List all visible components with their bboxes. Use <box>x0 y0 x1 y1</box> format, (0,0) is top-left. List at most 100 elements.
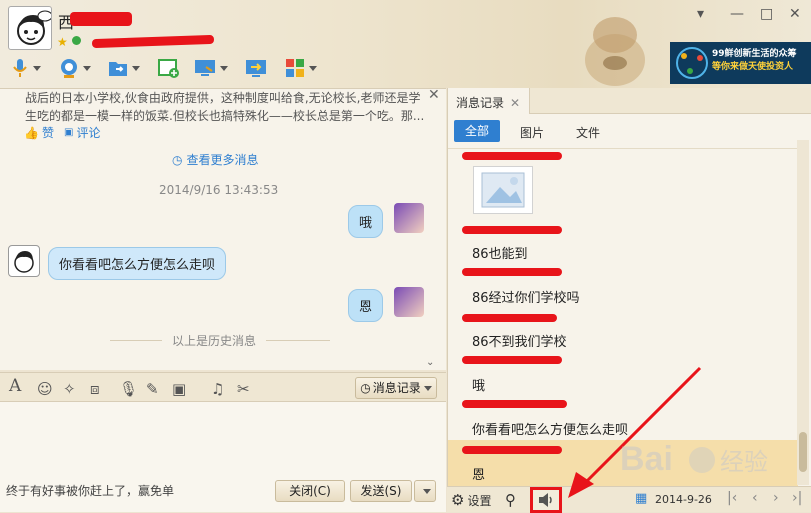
settings-button[interactable]: ⚙ 设置 <box>451 491 491 509</box>
clock-icon: ◷ <box>360 381 371 395</box>
sender-name-redacted <box>462 314 557 322</box>
message-bubble-other[interactable]: 你看看吧怎么方便怎么走呗 <box>48 247 227 280</box>
preview-line-1: 战后的日本小学校,伙食由政府提供，这种制度叫给食,无论校长,老师还是学 <box>25 91 421 105</box>
magic-icon[interactable]: ✧ <box>63 380 76 398</box>
minimize-button[interactable]: — <box>730 6 744 22</box>
chevron-down-icon[interactable]: ⌄ <box>426 357 434 368</box>
ad-graphic-icon <box>676 47 708 79</box>
filter-files[interactable]: 文件 <box>576 124 600 141</box>
emoji-icon[interactable]: ☺ <box>37 380 53 398</box>
scissors-icon[interactable]: ✂ <box>237 380 250 398</box>
status-icon <box>72 36 81 45</box>
preview-line-2: 生吃的都是一模一样的饭菜.但校长也搞特殊化——校长总是第一个吃。那... <box>25 109 425 123</box>
message-bubble-me[interactable]: 恩 <box>348 289 384 322</box>
redacted-name-mark <box>70 12 132 26</box>
star-icon: ★ <box>57 35 68 49</box>
screen-share-icon <box>246 60 266 77</box>
remote-assist-button[interactable] <box>193 56 228 80</box>
view-more-messages-link[interactable]: ◷ 查看更多消息 <box>172 151 259 168</box>
music-icon[interactable]: ♫ <box>211 380 224 398</box>
close-icon[interactable]: ✕ <box>510 96 520 110</box>
apps-grid-icon <box>286 59 304 77</box>
scrollbar-thumb[interactable] <box>799 432 807 472</box>
filter-all[interactable]: 全部 <box>454 120 500 142</box>
sender-name-redacted <box>462 356 562 364</box>
comment-icon: ▣ <box>64 127 74 138</box>
voice-message-button[interactable] <box>530 487 562 513</box>
history-message[interactable]: 86不到我们学校 <box>472 331 567 350</box>
microphone-icon <box>13 59 27 77</box>
share-screen-button[interactable] <box>244 56 268 80</box>
voice-icon[interactable]: 🎙 <box>119 380 138 398</box>
chevron-down-icon <box>309 65 317 71</box>
send-options-button[interactable] <box>414 480 436 502</box>
sender-name-redacted <box>462 226 562 234</box>
my-avatar[interactable] <box>394 203 424 233</box>
redacted-signature-mark <box>91 34 215 49</box>
ad-banner[interactable]: 99鲜创新生活的众筹 等你来做天使投资人 <box>670 42 811 84</box>
history-message[interactable]: 恩 <box>472 464 485 483</box>
folder-icon <box>109 62 127 76</box>
chat-panel: 战后的日本小学校,伙食由政府提供，这种制度叫给食,无论校长,老师还是学 生吃的都… <box>0 87 446 370</box>
create-group-button[interactable] <box>157 56 181 80</box>
comment-button[interactable]: ▣ 评论 <box>64 124 100 141</box>
sender-name-redacted <box>462 400 567 408</box>
sender-name-redacted <box>462 152 562 160</box>
contact-avatar-small[interactable] <box>8 245 40 277</box>
svg-text:Bai: Bai <box>620 440 673 478</box>
chevron-down-icon <box>132 65 140 71</box>
edit-icon[interactable]: ✎ <box>146 380 159 398</box>
ad-line2: 等你来做天使投资人 <box>712 62 794 72</box>
remote-desktop-icon <box>195 60 215 76</box>
chevron-down-icon <box>83 65 91 71</box>
tab-history[interactable]: 消息记录 ✕ <box>448 88 530 114</box>
message-history-button[interactable]: ◷ 消息记录 <box>355 377 437 399</box>
image-icon[interactable]: ▣ <box>172 380 186 398</box>
speaker-icon <box>539 493 552 507</box>
sender-name-redacted <box>462 268 562 276</box>
message-bubble-me[interactable]: 哦 <box>348 205 384 238</box>
send-file-button[interactable] <box>107 56 140 80</box>
font-icon[interactable]: A <box>9 376 21 396</box>
input-toolbar: A ☺ ✧ ⧈ 🎙 ✎ ▣ ♫ ✂ ◷ 消息记录 <box>0 372 446 402</box>
skin-menu-button[interactable]: ▾ <box>697 6 704 22</box>
close-window-button[interactable]: ✕ <box>789 6 801 22</box>
contact-avatar[interactable] <box>8 6 52 50</box>
chevron-down-icon <box>422 488 431 494</box>
history-message[interactable]: 86经过你们学校吗 <box>472 287 580 306</box>
gear-icon: ⚙ <box>451 491 465 509</box>
chevron-down-icon <box>220 65 228 71</box>
image-placeholder-icon <box>481 172 525 208</box>
capture-icon[interactable]: ⧈ <box>90 380 100 398</box>
send-button[interactable]: 发送(S) <box>350 480 412 502</box>
message-timestamp: 2014/9/16 13:43:53 <box>159 183 279 197</box>
close-preview-icon[interactable]: ✕ <box>428 87 440 103</box>
video-call-button[interactable] <box>58 56 91 80</box>
divider <box>448 148 798 149</box>
search-icon[interactable]: ⚲ <box>505 491 516 509</box>
svg-text:经验: 经验 <box>720 449 768 476</box>
message-input-area[interactable]: 终于有好事被你赶上了，赢免单 关闭(C) 发送(S) <box>0 402 446 512</box>
ad-line1: 99鲜创新生活的众筹 <box>712 49 797 59</box>
avatar-cartoon-icon <box>17 10 51 45</box>
close-chat-button[interactable]: 关闭(C) <box>275 480 345 502</box>
voice-call-button[interactable] <box>10 56 41 80</box>
webcam-icon <box>61 59 77 78</box>
history-message[interactable]: 86也能到 <box>472 243 528 262</box>
maximize-button[interactable]: □ <box>760 6 773 22</box>
sender-name-redacted <box>462 446 562 454</box>
apps-button[interactable] <box>284 56 317 80</box>
like-button[interactable]: 👍 赞 <box>24 124 54 141</box>
promo-status-text[interactable]: 终于有好事被你赶上了，赢免单 <box>6 482 174 499</box>
my-avatar[interactable] <box>394 287 424 317</box>
history-message[interactable]: 哦 <box>472 375 485 394</box>
chipmunk-illustration <box>585 17 645 86</box>
clock-icon: ◷ <box>172 152 183 167</box>
history-divider-label: 以上是历史消息 <box>162 332 267 349</box>
image-thumbnail[interactable] <box>473 166 533 214</box>
filter-images[interactable]: 图片 <box>520 124 544 141</box>
avatar-cartoon-icon <box>14 251 34 273</box>
baidu-watermark: Bai 经验 <box>620 440 768 478</box>
chevron-down-icon <box>33 65 41 71</box>
thumbs-up-icon: 👍 <box>24 125 39 140</box>
